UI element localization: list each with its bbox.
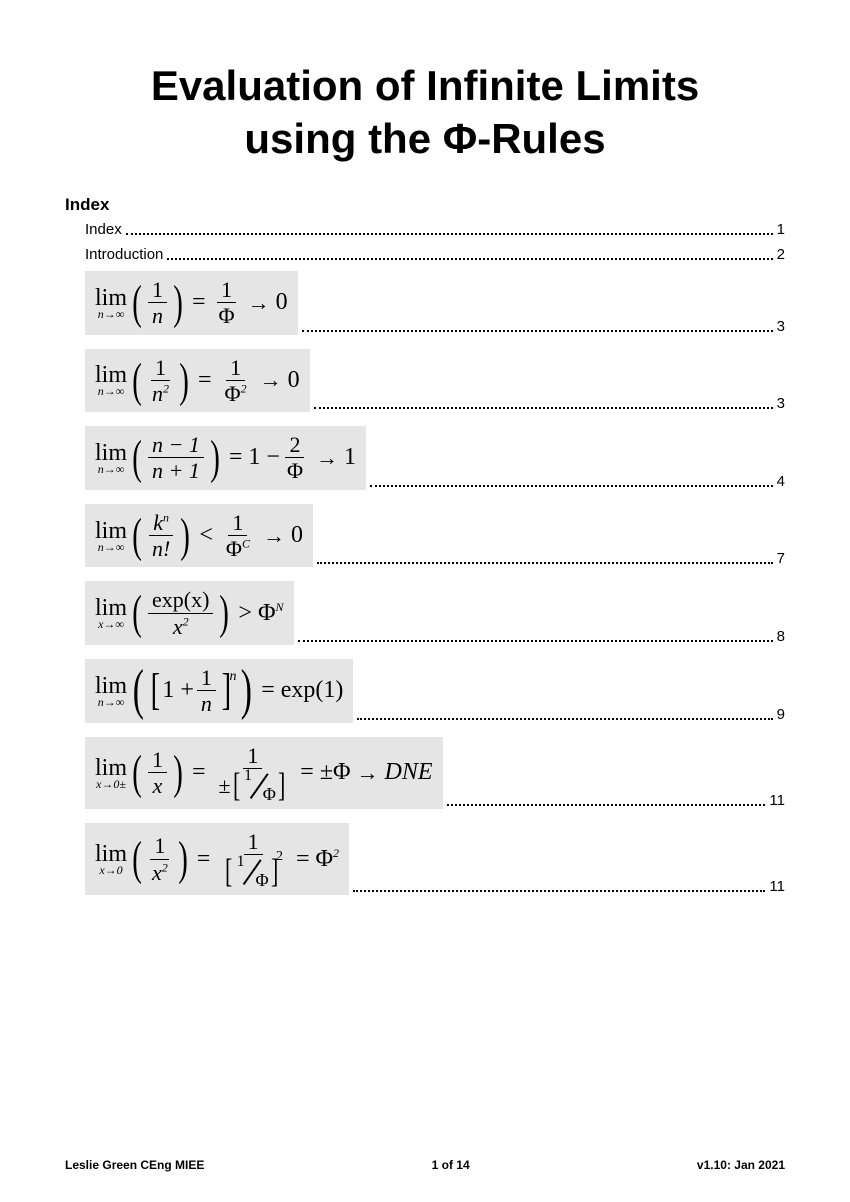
toc-page: 9 (777, 706, 785, 723)
toc-page: 3 (777, 395, 785, 412)
toc-row-introduction: Introduction 2 (65, 246, 785, 263)
toc-page: 2 (777, 246, 785, 263)
toc-page: 3 (777, 318, 785, 335)
math-box: limn→∞ ( n − 1n + 1 ) = 1 − 2Φ → 1 (85, 426, 366, 490)
toc-row-formula-8: limx→0 ( 1x2 ) = 1 [ 1Φ ] 2 = Φ2 (65, 823, 785, 895)
math-box: limn→∞ ( knn! ) < 1ΦC → 0 (85, 504, 313, 568)
toc-row-formula-2: limn→∞ ( 1n2 ) = 1Φ2 → 0 3 (65, 349, 785, 413)
toc-page: 11 (769, 878, 785, 895)
toc-page: 1 (777, 221, 785, 238)
toc-row-formula-4: limn→∞ ( knn! ) < 1ΦC → 0 7 (65, 504, 785, 568)
math-box: limn→∞ ( 1n ) = 1Φ → 0 (85, 271, 298, 335)
toc-row-formula-1: limn→∞ ( 1n ) = 1Φ → 0 3 (65, 271, 785, 335)
toc-label: Introduction (65, 246, 163, 263)
toc-page: 8 (777, 628, 785, 645)
toc-leader (370, 485, 773, 487)
index-heading: Index (65, 195, 785, 215)
toc-page: 7 (777, 550, 785, 567)
toc-row-formula-5: limx→∞ ( exp(x)x2 ) > ΦN 8 (65, 581, 785, 645)
document-title: Evaluation of Infinite Limits using the … (65, 60, 785, 165)
toc-row-index: Index 1 (65, 221, 785, 238)
toc-leader (317, 562, 773, 564)
toc-leader (447, 804, 766, 806)
math-box: limn→∞ ( [ 1 + 1n ] n ) = exp(1) (85, 659, 353, 723)
footer-version: v1.10: Jan 2021 (697, 1158, 785, 1172)
toc-label: Index (65, 221, 122, 238)
toc-leader (357, 718, 772, 720)
page: Evaluation of Infinite Limits using the … (0, 0, 850, 1202)
toc-row-formula-6: limn→∞ ( [ 1 + 1n ] n ) = exp(1) 9 (65, 659, 785, 723)
toc-leader (314, 407, 773, 409)
toc-page: 11 (769, 792, 785, 809)
toc-row-formula-7: limx→0± ( 1x ) = 1 ± [ 1Φ ] = ±Φ → DNE (65, 737, 785, 809)
toc-leader (298, 640, 773, 642)
math-box: limx→0 ( 1x2 ) = 1 [ 1Φ ] 2 = Φ2 (85, 823, 349, 895)
title-line-2: using the Φ-Rules (244, 115, 605, 162)
title-line-1: Evaluation of Infinite Limits (151, 62, 699, 109)
toc-leader (302, 330, 773, 332)
page-footer: Leslie Green CEng MIEE 1 of 14 v1.10: Ja… (65, 1158, 785, 1172)
footer-page: 1 of 14 (432, 1158, 470, 1172)
math-box: limx→∞ ( exp(x)x2 ) > ΦN (85, 581, 294, 645)
math-box: limn→∞ ( 1n2 ) = 1Φ2 → 0 (85, 349, 310, 413)
math-box: limx→0± ( 1x ) = 1 ± [ 1Φ ] = ±Φ → DNE (85, 737, 443, 809)
toc-row-formula-3: limn→∞ ( n − 1n + 1 ) = 1 − 2Φ → 1 4 (65, 426, 785, 490)
toc-leader (167, 258, 772, 260)
toc-leader (126, 233, 773, 235)
toc-leader (353, 890, 765, 892)
footer-author: Leslie Green CEng MIEE (65, 1158, 204, 1172)
toc-page: 4 (777, 473, 785, 490)
